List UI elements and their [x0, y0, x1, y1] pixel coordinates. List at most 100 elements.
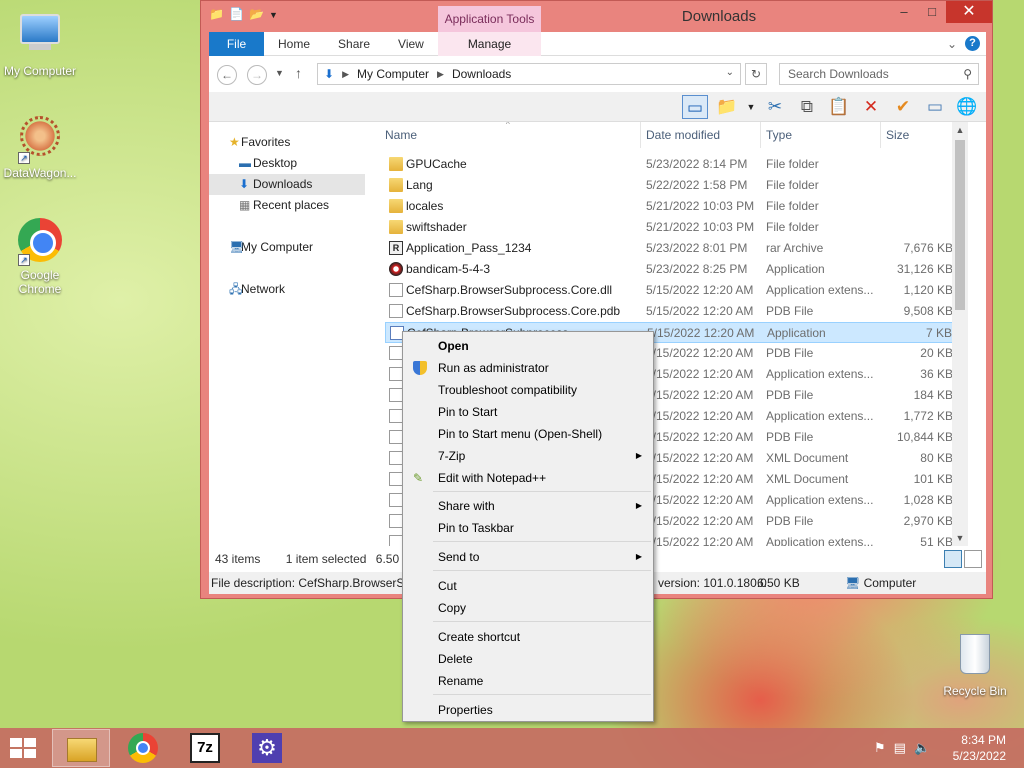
menu-item-send-to[interactable]: Send to ▶ [405, 546, 651, 568]
file-row[interactable]: swiftshader 5/21/2022 10:03 PM File folder [385, 217, 957, 238]
breadcrumb-downloads[interactable]: Downloads [452, 67, 511, 81]
tab-manage[interactable]: Manage [438, 31, 541, 56]
file-size: 80 KB [920, 451, 953, 465]
menu-item-pin-to-start[interactable]: Pin to Start [405, 401, 651, 423]
nav-item-favorites[interactable]: ★ Favorites [209, 132, 365, 153]
file-row[interactable]: locales 5/21/2022 10:03 PM File folder [385, 196, 957, 217]
file-date: 5/15/2022 12:20 AM [646, 304, 754, 318]
menu-item-copy[interactable]: Copy [405, 597, 651, 619]
nav-item-my-computer[interactable]: 🖥 My Computer [209, 237, 365, 258]
file-row[interactable]: CefSharp.BrowserSubprocess.Core.dll 5/15/… [385, 280, 957, 301]
volume-muted-icon[interactable]: 🔈 [914, 740, 930, 756]
column-header-date[interactable]: Date modified [646, 128, 720, 142]
globe-icon[interactable]: 🌐 [954, 95, 980, 119]
column-header-name[interactable]: Name [385, 128, 417, 142]
up-button[interactable]: ↑ [295, 65, 302, 81]
nav-item-downloads[interactable]: ⬇ Downloads [209, 174, 365, 195]
file-row[interactable]: CefSharp.BrowserSubprocess.Core.pdb 5/15/… [385, 301, 957, 322]
tab-home[interactable]: Home [264, 37, 324, 51]
address-dropdown-icon[interactable]: ⌄ [726, 67, 734, 78]
maximize-button[interactable]: □ [918, 1, 946, 23]
desktop-icon-google-chrome[interactable]: ↗ Google Chrome [0, 216, 80, 296]
menu-item-create-shortcut[interactable]: Create shortcut [405, 626, 651, 648]
file-row[interactable]: bandicam-5-4-3 5/23/2022 8:25 PM Applicati… [385, 259, 957, 280]
menu-item-7-zip[interactable]: 7-Zip ▶ [405, 445, 651, 467]
menu-item-label: Pin to Start menu (Open-Shell) [438, 427, 603, 441]
details-view-icon[interactable] [944, 550, 962, 568]
minimize-button[interactable]: – [890, 1, 918, 23]
column-header-type[interactable]: Type [766, 128, 792, 142]
menu-item-pin-to-start-menu-open-shell[interactable]: Pin to Start menu (Open-Shell) [405, 423, 651, 445]
search-input[interactable]: Search Downloads ⚲ [779, 63, 979, 85]
tab-view[interactable]: View [384, 37, 438, 51]
network-status-icon[interactable]: ▤ [894, 740, 906, 756]
scroll-down-icon[interactable]: ▼ [952, 530, 968, 546]
navigation-pane: ★ Favorites ▬ Desktop ⬇ Downloads ▦ Rece… [209, 122, 379, 546]
close-button[interactable]: ✕ [946, 1, 992, 23]
menu-item-pin-to-taskbar[interactable]: Pin to Taskbar [405, 517, 651, 539]
file-size: 51 KB [920, 535, 953, 546]
tab-share[interactable]: Share [324, 37, 384, 51]
menu-item-cut[interactable]: Cut [405, 575, 651, 597]
file-row[interactable]: GPUCache 5/23/2022 8:14 PM File folder [385, 154, 957, 175]
taskbar-chrome[interactable] [114, 729, 172, 767]
column-header-size[interactable]: Size [886, 128, 909, 142]
properties-icon[interactable]: ▭ [922, 95, 948, 119]
scrollbar-thumb[interactable] [955, 140, 965, 310]
back-button[interactable]: ← [217, 65, 237, 85]
menu-item-label: Send to [438, 550, 480, 564]
start-button[interactable] [10, 738, 38, 760]
file-type: Application [767, 326, 826, 340]
menu-item-label: Run as administrator [438, 361, 549, 375]
vertical-scrollbar[interactable]: ▲ ▼ [952, 122, 968, 546]
clock[interactable]: 8:34 PM 5/23/2022 [953, 732, 1006, 764]
nav-item-recent-places[interactable]: ▦ Recent places [209, 195, 365, 216]
refresh-button[interactable]: ↻ [745, 63, 767, 85]
desktop-icon-my-computer[interactable]: My Computer [0, 8, 80, 78]
network-icon: 🖧 [229, 282, 243, 296]
address-input[interactable]: ⬇ ▶ My Computer ▶ Downloads ⌄ [317, 63, 741, 85]
desktop-icon-datawagon[interactable]: ↗ DataWagon... [0, 112, 80, 180]
copy-icon[interactable]: ⧉ [794, 95, 820, 119]
nav-item-label: My Computer [241, 240, 314, 254]
large-icons-view-icon[interactable] [964, 550, 982, 568]
file-row[interactable]: Lang 5/22/2022 1:58 PM File folder [385, 175, 957, 196]
taskbar-file-explorer[interactable] [52, 729, 110, 767]
menu-item-label: Delete [438, 652, 473, 666]
cut-icon[interactable]: ✂ [762, 95, 788, 119]
select-folder-icon[interactable]: 📁 [714, 95, 740, 119]
recent-locations-icon[interactable]: ▼ [275, 68, 284, 78]
taskbar-settings[interactable]: ⚙ [238, 729, 296, 767]
preview-pane-icon[interactable]: ▭ [682, 95, 708, 119]
menu-item-properties[interactable]: Properties [405, 699, 651, 721]
file-icon [389, 535, 403, 546]
rename-icon[interactable]: ✔ [890, 95, 916, 119]
breadcrumb-my-computer[interactable]: My Computer [357, 67, 429, 81]
expand-ribbon-icon[interactable]: ⌄ [947, 37, 957, 51]
scroll-up-icon[interactable]: ▲ [952, 122, 968, 138]
delete-icon[interactable]: ✕ [858, 95, 884, 119]
menu-item-run-as-administrator[interactable]: Run as administrator [405, 357, 651, 379]
file-row[interactable]: R Application_Pass_1234 5/23/2022 8:01 PM r… [385, 238, 957, 259]
help-icon[interactable]: ? [965, 36, 980, 51]
tab-file[interactable]: File [209, 31, 264, 56]
title-bar[interactable]: 📁 📄 📂 ▼ Application Tools Downloads – □ … [201, 1, 992, 32]
menu-item-open[interactable]: Open [405, 335, 651, 357]
taskbar-7zip[interactable]: 7z [176, 729, 234, 767]
file-date: 5/15/2022 12:20 AM [646, 493, 754, 507]
menu-item-share-with[interactable]: Share with ▶ [405, 495, 651, 517]
menu-item-rename[interactable]: Rename [405, 670, 651, 692]
settings-icon: ⚙ [252, 733, 282, 763]
selected-count: 1 item selected [285, 552, 367, 566]
menu-item-troubleshoot-compatibility[interactable]: Troubleshoot compatibility [405, 379, 651, 401]
paste-icon[interactable]: 📋 [826, 95, 852, 119]
desktop-icon-recycle-bin[interactable]: Recycle Bin [935, 630, 1015, 698]
nav-item-desktop[interactable]: ▬ Desktop [209, 153, 365, 174]
nav-item-network[interactable]: 🖧 Network [209, 279, 365, 300]
menu-item-delete[interactable]: Delete [405, 648, 651, 670]
dropdown-icon[interactable]: ▼ [746, 95, 756, 119]
action-center-flag-icon[interactable]: ⚑ [874, 740, 886, 756]
forward-button[interactable]: → [247, 65, 267, 85]
file-size: 10,844 KB [896, 430, 953, 444]
menu-item-edit-with-notepad[interactable]: ✎ Edit with Notepad++ [405, 467, 651, 489]
